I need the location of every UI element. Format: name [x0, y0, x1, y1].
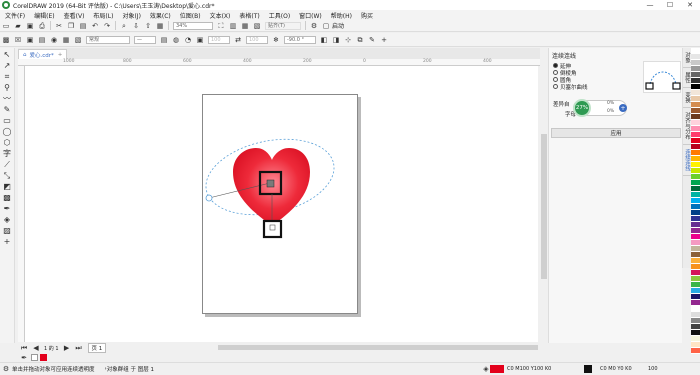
first-page-icon[interactable]: ⏮: [20, 344, 28, 352]
option-bezier[interactable]: 贝塞尔曲线: [553, 83, 588, 91]
eyedropper-small-icon[interactable]: ✒: [20, 354, 28, 362]
small-value-1: 0%: [607, 101, 615, 106]
side-tab-connector[interactable]: 连续连线: [683, 145, 691, 176]
radio-selected-icon[interactable]: [553, 63, 558, 68]
docker-title: 连续连线: [552, 53, 577, 60]
palette-none-swatch[interactable]: [31, 354, 38, 361]
section-label: 差异自: [553, 102, 570, 108]
side-tab-align[interactable]: 对齐与分布: [683, 108, 691, 145]
side-tab-transform[interactable]: 变换: [683, 88, 691, 108]
fill-color-swatch[interactable]: [490, 365, 504, 373]
option-list: 延伸 倒棱角 圆角 贝塞尔曲线: [553, 62, 588, 91]
radio-icon[interactable]: [553, 77, 558, 82]
color-palette: [691, 48, 700, 358]
document-palette-bar: ✒: [18, 353, 700, 362]
radio-icon[interactable]: [553, 84, 558, 89]
connector-docker-panel: 连续连线 延伸 倒棱角 圆角 贝塞尔曲线 差异自 字母 27% 0% 0% + …: [548, 48, 682, 343]
preview-graphic: [645, 71, 681, 90]
last-page-icon[interactable]: ⏭: [75, 344, 83, 352]
small-value-2: 0%: [607, 109, 615, 114]
transparency-bottom-swatch: [269, 224, 276, 231]
side-tab-objects[interactable]: 对象: [683, 48, 691, 68]
add-circle-icon[interactable]: +: [619, 104, 627, 112]
connector-preview: [643, 61, 681, 93]
prev-page-icon[interactable]: ◀: [32, 344, 40, 352]
palette-red-swatch[interactable]: [40, 354, 47, 361]
docker-side-tabs: 对象 属性 变换 对齐与分布 连续连线: [682, 48, 691, 268]
fill-color-info: C0 M100 Y100 K0: [507, 366, 552, 372]
page-counter: 1 的 1: [44, 345, 59, 352]
status-object-info: 对象群组 于 图层 1: [106, 367, 154, 373]
radio-icon[interactable]: [553, 70, 558, 75]
palette-swatch[interactable]: [691, 348, 700, 354]
option-label: 贝塞尔曲线: [560, 84, 588, 91]
vertical-scrollbar[interactable]: [540, 59, 548, 342]
outline-swatch[interactable]: [584, 365, 592, 373]
status-bar: ⚙ 单击并拖动对象可应用连续透明度 › 对象群组 于 图层 1 ◈ C0 M10…: [0, 362, 700, 375]
outline-info: C0 M0 Y0 K0: [600, 366, 632, 372]
next-page-icon[interactable]: ▶: [63, 344, 71, 352]
side-tab-properties[interactable]: 属性: [683, 68, 691, 88]
fill-bucket-icon: ◈: [483, 365, 489, 373]
settings-gear-icon[interactable]: ⚙: [2, 365, 10, 373]
transparency-end-handle[interactable]: [205, 194, 213, 202]
page-navigator-bar: ⏮ ◀ 1 的 1 ▶ ⏭ 页 1: [18, 343, 548, 353]
transparency-center-swatch: [266, 179, 275, 188]
status-hint: 单击并拖动对象可应用连续透明度: [12, 367, 95, 373]
outline-width: 100: [648, 366, 658, 372]
vertical-scroll-thumb[interactable]: [541, 134, 547, 279]
percent-knob[interactable]: 27%: [573, 99, 591, 117]
horizontal-scroll-thumb[interactable]: [218, 345, 538, 350]
page-tab[interactable]: 页 1: [87, 343, 107, 353]
apply-button[interactable]: 应用: [551, 128, 681, 138]
